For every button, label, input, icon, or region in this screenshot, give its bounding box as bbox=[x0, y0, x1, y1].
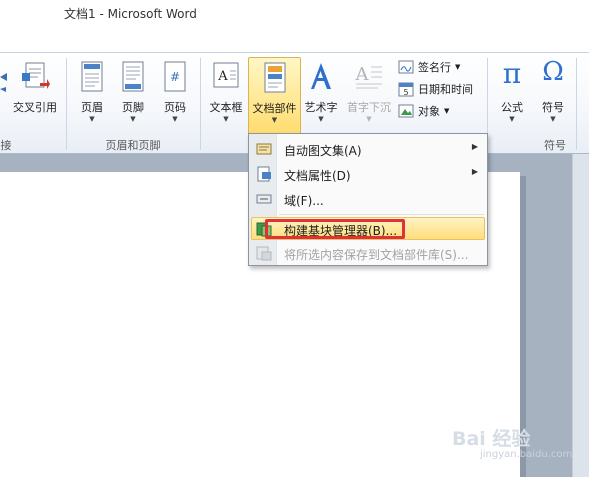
chevron-down-icon: ▼ bbox=[172, 115, 178, 123]
menu-item-label: 自动图文集(A) bbox=[284, 144, 362, 158]
footer-label: 页脚 bbox=[122, 101, 144, 114]
drop-cap-label: 首字下沉 bbox=[347, 101, 391, 114]
chevron-down-icon: ▼ bbox=[318, 115, 324, 123]
watermark-url: jingyan.baidu.com bbox=[480, 449, 573, 460]
object-icon bbox=[398, 104, 414, 118]
wordart-icon bbox=[307, 61, 335, 94]
chevron-down-icon: ▼ bbox=[130, 115, 136, 123]
symbol-button[interactable]: Ω 符号 ▼ bbox=[533, 57, 573, 135]
menu-separator bbox=[279, 214, 484, 215]
header-button[interactable]: 页眉 ▼ bbox=[72, 57, 112, 135]
svg-text:#: # bbox=[170, 70, 180, 84]
symbol-label: 符号 bbox=[542, 101, 564, 114]
title-bar: 文档1 - Microsoft Word bbox=[0, 0, 589, 52]
cross-reference-label: 交叉引用 bbox=[13, 101, 57, 114]
page-number-icon: # bbox=[163, 61, 187, 96]
annotation-highlight-box bbox=[265, 219, 405, 239]
text-box-button[interactable]: A 文本框 ▼ bbox=[205, 57, 247, 135]
submenu-arrow-icon: ▶ bbox=[471, 167, 478, 176]
chevron-down-icon: ▼ bbox=[509, 115, 515, 123]
symbols-group-label: 符号 bbox=[544, 139, 566, 152]
group-separator bbox=[200, 58, 201, 150]
drop-cap-icon: A bbox=[354, 61, 384, 94]
links-group-label: 接 bbox=[0, 139, 12, 152]
menu-item-label: 域(F)... bbox=[284, 194, 324, 208]
submenu-arrow-icon: ▶ bbox=[471, 142, 478, 151]
svg-text:5: 5 bbox=[403, 88, 408, 97]
chevron-down-icon: ▼ bbox=[550, 115, 556, 123]
save-selection-icon bbox=[256, 245, 272, 264]
menu-item-label: 将所选内容保存到文档部件库(S)... bbox=[284, 248, 469, 262]
chevron-down-icon: ▼ bbox=[455, 63, 461, 71]
wordart-button[interactable]: 艺术字 ▼ bbox=[301, 57, 341, 135]
signature-line-button[interactable]: 签名行 ▼ bbox=[398, 57, 460, 77]
quick-parts-icon bbox=[263, 62, 287, 97]
signature-line-label: 签名行 bbox=[418, 61, 451, 74]
header-label: 页眉 bbox=[81, 101, 103, 114]
menu-item-save-selection[interactable]: 将所选内容保存到文档部件库(S)... bbox=[250, 241, 486, 265]
date-time-button[interactable]: 5 日期和时间 bbox=[398, 79, 473, 99]
watermark-logo: Bai 经验 bbox=[452, 428, 531, 450]
calendar-icon: 5 bbox=[398, 82, 414, 97]
page-number-label: 页码 bbox=[164, 101, 186, 114]
chevron-down-icon: ▼ bbox=[271, 116, 278, 124]
pi-icon: π bbox=[502, 57, 522, 90]
svg-text:A: A bbox=[355, 64, 370, 85]
window-title: 文档1 - Microsoft Word bbox=[64, 7, 197, 21]
cross-reference-button[interactable]: 交叉引用 bbox=[8, 57, 62, 135]
equation-button[interactable]: π 公式 ▼ bbox=[492, 57, 532, 135]
footer-icon bbox=[121, 61, 145, 96]
menu-item-autotext[interactable]: 自动图文集(A) ▶ bbox=[250, 137, 486, 161]
document-property-icon bbox=[256, 166, 272, 185]
vertical-scrollbar[interactable] bbox=[572, 154, 589, 477]
group-separator bbox=[576, 58, 577, 150]
menu-item-field[interactable]: 域(F)... bbox=[250, 187, 486, 211]
text-box-icon: A bbox=[212, 61, 240, 94]
equation-label: 公式 bbox=[501, 101, 523, 114]
chevron-down-icon: ▼ bbox=[366, 115, 372, 123]
wordart-label: 艺术字 bbox=[304, 101, 338, 114]
svg-text:A: A bbox=[217, 69, 228, 84]
footer-button[interactable]: 页脚 ▼ bbox=[113, 57, 153, 135]
date-time-label: 日期和时间 bbox=[418, 83, 473, 96]
object-label: 对象 bbox=[418, 105, 440, 118]
quick-parts-label: 文档部件 bbox=[252, 102, 297, 115]
chevron-down-icon: ▼ bbox=[89, 115, 95, 123]
quick-parts-button[interactable]: 文档部件 ▼ bbox=[248, 57, 301, 135]
cross-reference-icon bbox=[20, 61, 50, 98]
chevron-down-icon: ▼ bbox=[223, 115, 229, 123]
omega-icon: Ω bbox=[542, 57, 564, 87]
object-button[interactable]: 对象 ▼ bbox=[398, 101, 449, 121]
drop-cap-button[interactable]: A 首字下沉 ▼ bbox=[343, 57, 395, 135]
autotext-icon bbox=[256, 141, 272, 160]
quick-parts-menu: 自动图文集(A) ▶ 文档属性(D) ▶ 域(F)... 构建基块管理器(B).… bbox=[248, 133, 488, 266]
field-icon bbox=[256, 191, 272, 210]
menu-item-label: 文档属性(D) bbox=[284, 169, 351, 183]
signature-line-icon bbox=[398, 60, 414, 74]
menu-item-document-property[interactable]: 文档属性(D) ▶ bbox=[250, 162, 486, 186]
page-number-button[interactable]: # 页码 ▼ bbox=[154, 57, 196, 135]
chevron-down-icon: ▼ bbox=[444, 107, 450, 115]
header-footer-group-label: 页眉和页脚 bbox=[105, 139, 161, 152]
header-icon bbox=[80, 61, 104, 96]
text-box-label: 文本框 bbox=[209, 101, 243, 114]
